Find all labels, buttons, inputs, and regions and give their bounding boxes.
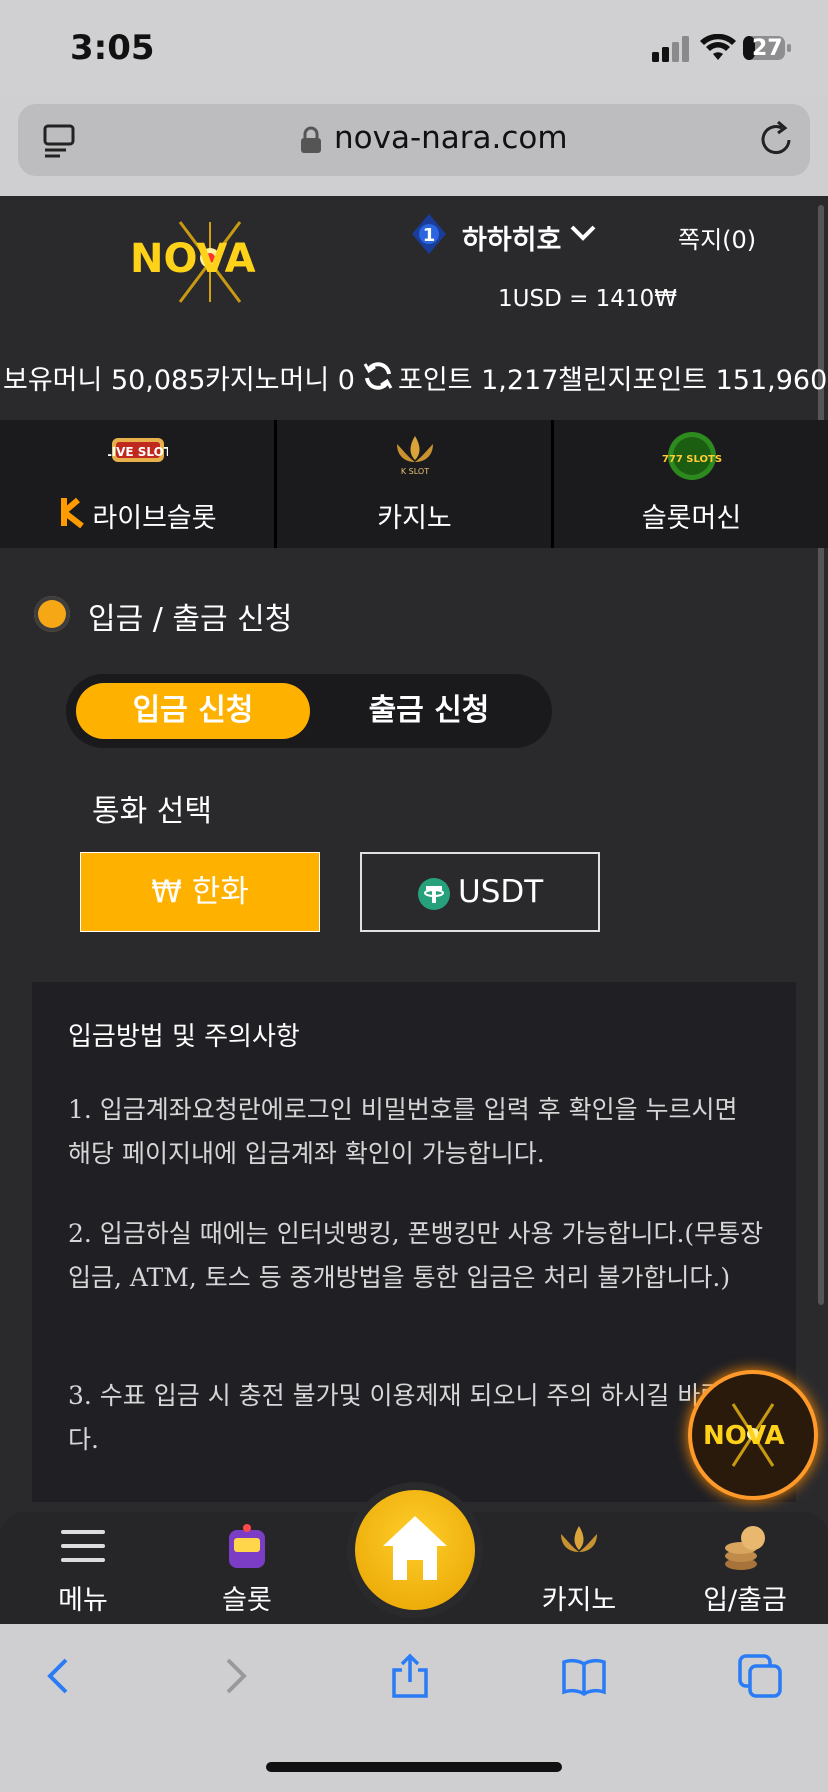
fab-logo-text: NOVA: [703, 1421, 785, 1451]
wifi-icon: [700, 34, 736, 60]
hamburger-menu-icon: [61, 1530, 105, 1562]
challenge-points-balance: 챌린지포인트 151,960: [558, 365, 828, 396]
k-slot-icon: K SLOT: [396, 436, 433, 476]
bottom-nav-casino[interactable]: 카지노: [504, 1512, 654, 1624]
k-slot-badge-text: K SLOT: [400, 467, 428, 476]
slots-badge-text: 777 SLOTS: [662, 454, 722, 465]
reader-mode-icon[interactable]: [42, 122, 78, 158]
casino-money-balance: 카지노머니 0: [205, 365, 355, 396]
battery-level: 27: [752, 36, 783, 61]
messages-link[interactable]: 쪽지(0): [678, 220, 756, 255]
status-bar: 3:05 27: [0, 0, 828, 96]
share-icon[interactable]: [386, 1652, 434, 1700]
reload-icon[interactable]: [756, 120, 796, 160]
live-slot-badge-text: LIVE SLOT: [108, 445, 168, 459]
points-balance: 포인트 1,217: [398, 365, 559, 396]
address-bar[interactable]: nova-nara.com: [18, 104, 810, 176]
currency-krw-button[interactable]: ₩ 한화: [80, 852, 320, 932]
rank-badge-icon: 1: [412, 214, 446, 254]
tab-withdraw[interactable]: 출금 신청: [316, 683, 542, 739]
cellular-signal-icon: [652, 36, 689, 62]
notice-item: 2. 입금하실 때에는 인터넷뱅킹, 폰뱅킹만 사용 가능합니다.(무통장입금,…: [68, 1219, 764, 1292]
status-time: 3:05: [70, 28, 155, 68]
bottom-nav-slot[interactable]: 슬롯: [172, 1512, 322, 1624]
exchange-rate: 1USD = 1410₩: [498, 286, 677, 312]
live-slot-icon: LIVE SLOT: [108, 438, 168, 462]
home-icon: [383, 1516, 447, 1580]
bottom-nav-deposit-withdraw-label: 입/출금: [703, 1585, 787, 1616]
game-nav: LIVE SLOT 라이브슬롯 K SLOT 카지노 777 SLOTS 슬롯머…: [0, 420, 828, 548]
section-bullet-icon: [34, 596, 70, 632]
bottom-nav-menu-label: 메뉴: [58, 1585, 108, 1616]
nova-floating-button[interactable]: NOVA: [692, 1374, 814, 1496]
notice-item: 1. 입금계좌요청란에로그인 비밀번호를 입력 후 확인을 누르시면 해당 페이…: [68, 1095, 738, 1168]
notice-item: 3. 수표 입금 시 충전 불가및 이용제재 되오니 주의 하시길 바랍니다.: [68, 1381, 747, 1454]
tabs-icon[interactable]: [736, 1652, 784, 1700]
nav-live-slot[interactable]: LIVE SLOT 라이브슬롯: [0, 420, 275, 548]
bottom-nav-slot-label: 슬롯: [222, 1585, 272, 1616]
rank-number: 1: [423, 225, 436, 246]
nav-casino-label: 카지노: [377, 503, 452, 534]
deposit-withdraw-toggle: 입금 신청 출금 신청: [66, 674, 552, 748]
k-slot-casino-icon: [561, 1526, 597, 1552]
section-title: 입금 / 출금 신청: [88, 602, 293, 637]
balance-row: 보유머니 50,085 카지노머니 0 포인트 1,217 챌린지포인트 151…: [0, 358, 828, 398]
notice-heading: 입금방법 및 주의사항: [68, 1022, 300, 1052]
currency-usdt-label: USDT: [458, 874, 544, 910]
nav-live-slot-label: 라이브슬롯: [92, 503, 217, 534]
deposit-notice-panel: 입금방법 및 주의사항 1. 입금계좌요청란에로그인 비밀번호를 입력 후 확인…: [32, 982, 796, 1502]
url-text[interactable]: nova-nara.com: [334, 120, 568, 156]
currency-label: 통화 선택: [92, 794, 212, 829]
currency-usdt-button[interactable]: USDT: [360, 852, 600, 932]
bottom-nav-casino-label: 카지노: [541, 1585, 617, 1616]
money-balance: 보유머니 50,085: [3, 365, 206, 396]
lock-icon: [301, 126, 321, 153]
nav-casino[interactable]: K SLOT 카지노: [277, 420, 552, 548]
logo-text: NOVA: [130, 236, 256, 282]
nova-logo[interactable]: NOVA: [130, 212, 290, 308]
username[interactable]: 하하히호: [462, 218, 561, 257]
bottom-nav-menu[interactable]: 메뉴: [8, 1512, 158, 1624]
slot-machine-icon: [229, 1524, 265, 1568]
nova-fab-logo-icon: NOVA: [703, 1403, 785, 1467]
bookmarks-icon[interactable]: [560, 1652, 608, 1700]
back-icon[interactable]: [36, 1652, 84, 1700]
refresh-icon[interactable]: [362, 360, 394, 392]
home-button[interactable]: [355, 1490, 475, 1610]
coins-icon: [725, 1526, 765, 1570]
forward-icon[interactable]: [210, 1652, 258, 1700]
nav-slot-machine[interactable]: 777 SLOTS 슬롯머신: [554, 420, 828, 548]
bottom-nav-deposit-withdraw[interactable]: 입/출금: [670, 1512, 820, 1624]
tab-deposit[interactable]: 입금 신청: [76, 683, 310, 739]
tether-icon: [418, 878, 450, 910]
777-slots-icon: 777 SLOTS: [662, 432, 722, 480]
chevron-down-icon[interactable]: [568, 222, 598, 244]
home-indicator: [266, 1762, 562, 1772]
nav-slot-machine-label: 슬롯머신: [641, 503, 742, 534]
